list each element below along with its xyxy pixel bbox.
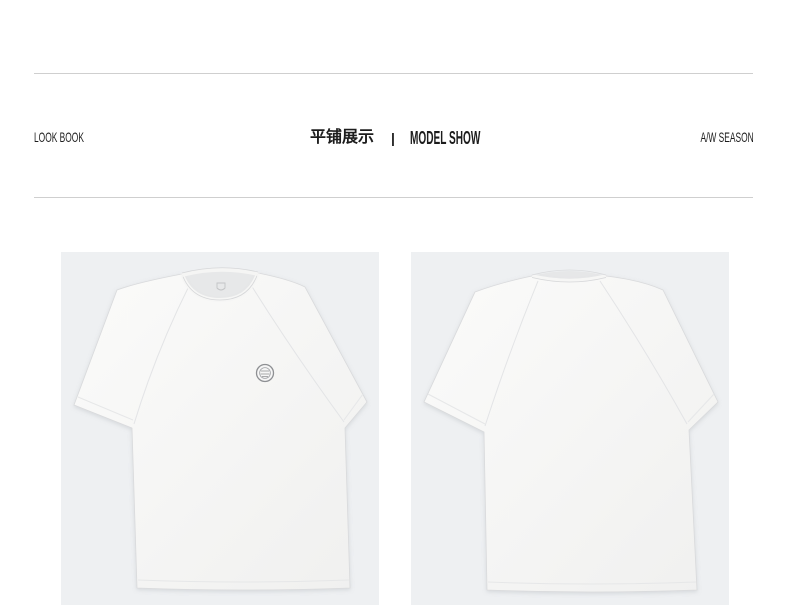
product-image-front	[61, 252, 379, 605]
tshirt-body	[73, 272, 368, 591]
season-label: A/W SEASON	[700, 129, 754, 145]
chest-logo-badge-icon	[255, 363, 275, 383]
look-book-label: LOOK BOOK	[34, 129, 84, 145]
product-image-back	[411, 252, 729, 605]
title-separator: |	[391, 130, 395, 146]
bottom-divider	[34, 197, 753, 198]
tshirt-back-graphic	[423, 269, 719, 593]
section-title-en: MODEL SHOW	[410, 128, 481, 148]
top-divider	[34, 73, 753, 74]
tshirt-front-graphic	[73, 267, 368, 591]
tshirt-body	[423, 275, 719, 593]
section-title-cn: 平铺展示	[310, 129, 375, 146]
